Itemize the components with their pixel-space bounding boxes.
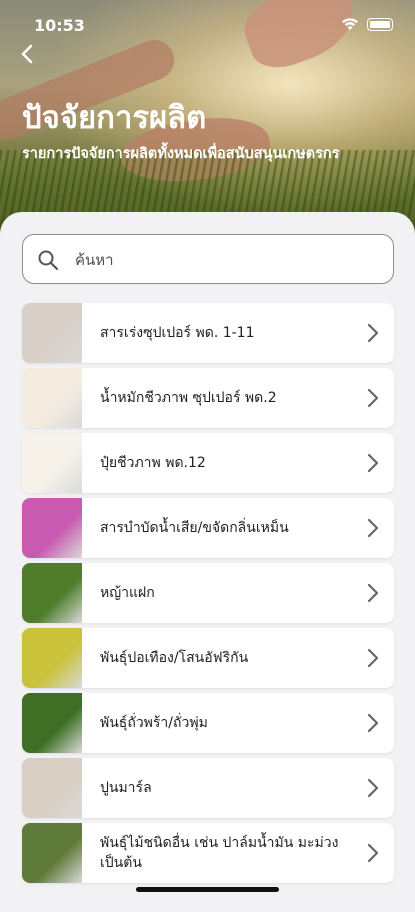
item-label: พันธุ์ปอเทือง/โสนอัฟริกัน (100, 650, 249, 666)
chevron-right-icon (367, 518, 379, 538)
content-sheet: สารเร่งซุปเปอร์ พด. 1-11 น้ำหมักชีวภาพ ซ… (0, 212, 415, 912)
chevron-right-icon (367, 583, 379, 603)
battery-icon (367, 17, 393, 31)
chevron-right-icon (367, 713, 379, 733)
chevron-right-icon (367, 843, 379, 863)
status-icons (341, 17, 393, 31)
list-item[interactable]: ปุ๋ยชีวภาพ พด.12 (22, 433, 394, 493)
list-item[interactable]: สารเร่งซุปเปอร์ พด. 1-11 (22, 303, 394, 363)
status-bar: 10:53 (0, 0, 415, 50)
list-item[interactable]: น้ำหมักชีวภาพ ซุปเปอร์ พด.2 (22, 368, 394, 428)
chevron-right-icon (367, 648, 379, 668)
item-thumbnail (22, 693, 82, 753)
chevron-right-icon (367, 388, 379, 408)
item-label: น้ำหมักชีวภาพ ซุปเปอร์ พด.2 (100, 390, 277, 406)
page-subtitle: รายการปัจจัยการผลิตทั้งหมดเพื่อสนับสนุนเ… (22, 146, 340, 162)
item-thumbnail (22, 433, 82, 493)
item-label: ปูนมาร์ล (100, 780, 152, 796)
supply-list: สารเร่งซุปเปอร์ พด. 1-11 น้ำหมักชีวภาพ ซ… (22, 303, 394, 888)
home-indicator (136, 887, 279, 892)
list-item[interactable]: สารบำบัดน้ำเสีย/ขจัดกลิ่นเหม็น (22, 498, 394, 558)
list-item[interactable]: ปูนมาร์ล (22, 758, 394, 818)
item-thumbnail (22, 563, 82, 623)
item-thumbnail (22, 498, 82, 558)
item-thumbnail (22, 823, 82, 883)
search-icon (38, 250, 59, 271)
chevron-right-icon (367, 778, 379, 798)
wifi-icon (342, 18, 358, 30)
status-time: 10:53 (34, 16, 85, 35)
list-item[interactable]: หญ้าแฝก (22, 563, 394, 623)
item-thumbnail (22, 368, 82, 428)
back-chevron-icon[interactable] (16, 42, 40, 66)
item-thumbnail (22, 628, 82, 688)
item-label: หญ้าแฝก (100, 585, 155, 601)
list-item[interactable]: พันธุ์ถั่วพร้า/ถั่วพุ่ม (22, 693, 394, 753)
item-thumbnail (22, 758, 82, 818)
chevron-right-icon (367, 453, 379, 473)
list-item[interactable]: พันธุ์ปอเทือง/โสนอัฟริกัน (22, 628, 394, 688)
item-label: ปุ๋ยชีวภาพ พด.12 (100, 455, 206, 471)
item-label: สารเร่งซุปเปอร์ พด. 1-11 (100, 325, 255, 341)
item-thumbnail (22, 303, 82, 363)
search-input[interactable] (73, 235, 377, 285)
item-label: สารบำบัดน้ำเสีย/ขจัดกลิ่นเหม็น (100, 520, 289, 536)
item-label: พันธุ์ไม้ชนิดอื่น เช่น ปาล์มน้ำมัน มะม่ว… (100, 835, 339, 871)
chevron-right-icon (367, 323, 379, 343)
list-item[interactable]: พันธุ์ไม้ชนิดอื่น เช่น ปาล์มน้ำมัน มะม่ว… (22, 823, 394, 883)
search-bar[interactable] (22, 234, 394, 285)
item-label: พันธุ์ถั่วพร้า/ถั่วพุ่ม (100, 715, 208, 731)
page-title: ปัจจัยการผลิต (22, 100, 207, 136)
